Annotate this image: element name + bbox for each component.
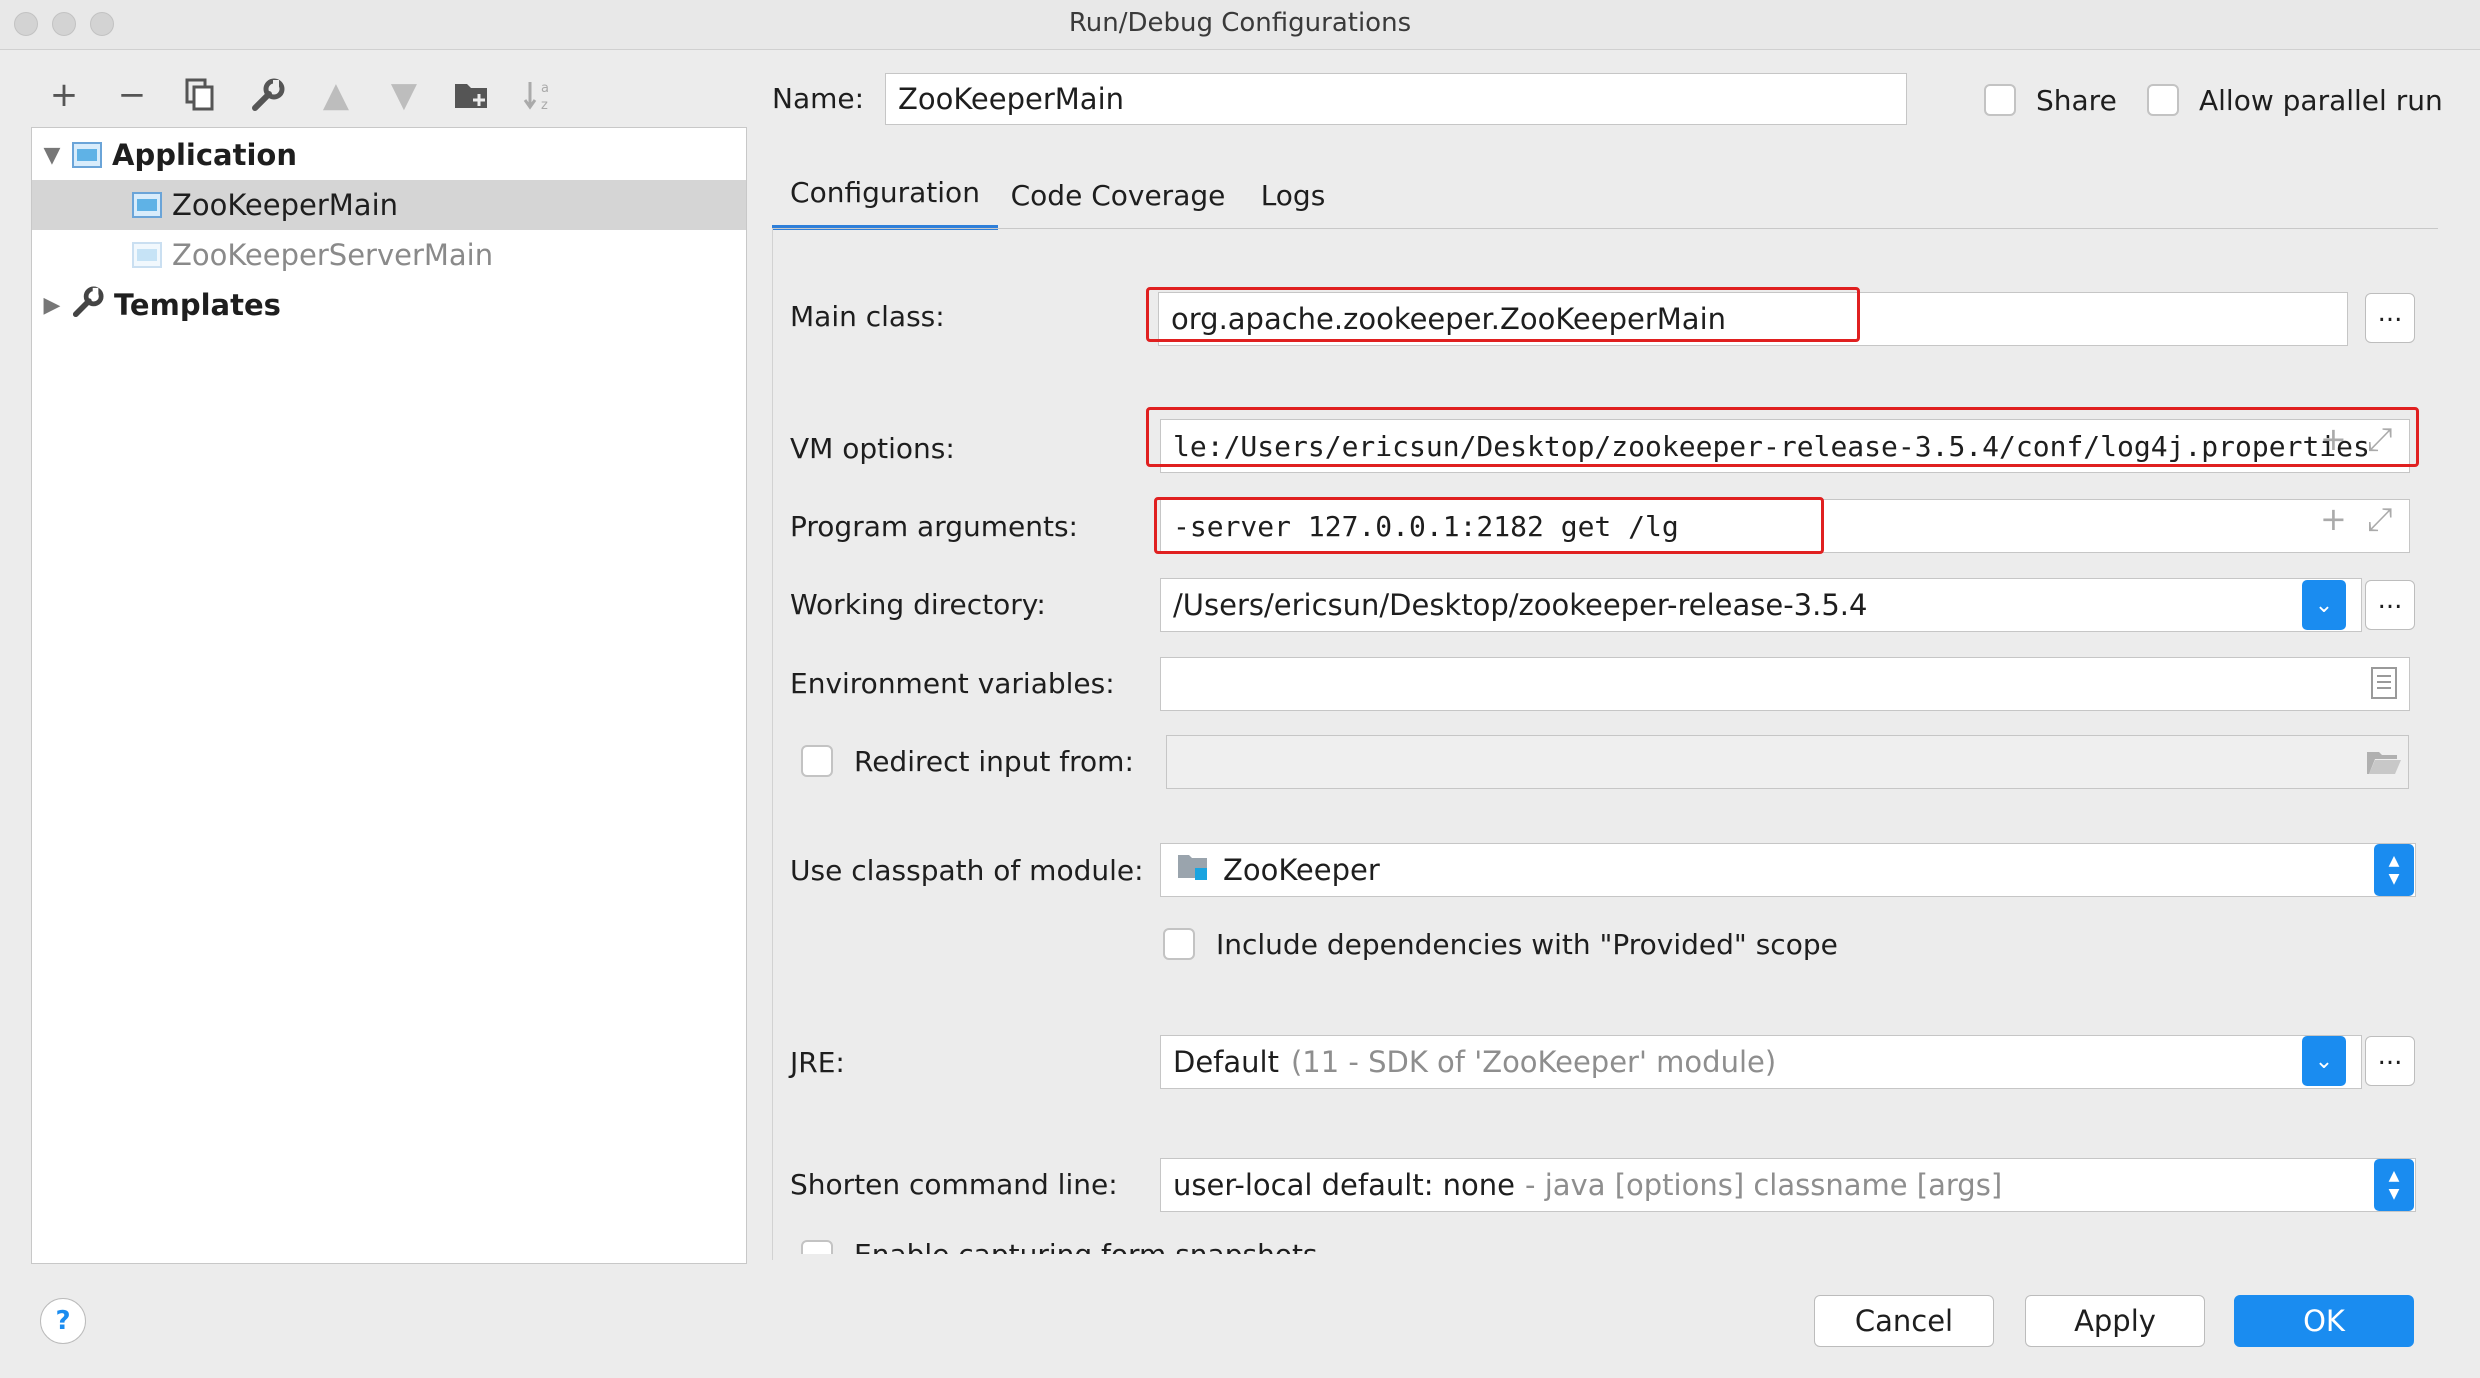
arrow-up-icon[interactable]: ▲ [314,70,358,120]
name-label: Name: [772,82,865,115]
help-button[interactable]: ? [40,1298,86,1344]
main-class-label: Main class: [790,300,945,333]
chevron-down-icon: ⌄ [2314,592,2334,618]
configuration-tree[interactable]: ▼ Application ZooKeeperMain ZooKeeperSer… [31,127,747,1264]
expand-icon[interactable]: ⤢ [2367,420,2393,459]
expand-icon[interactable]: ⤢ [2367,500,2393,539]
enable-snapshots-row: Enable capturing form snapshots [790,1236,2390,1254]
folder-add-icon[interactable] [450,70,494,120]
jre-value: Default [1173,1045,1279,1079]
classpath-module-label: Use classpath of module: [790,854,1144,887]
tree-node-application[interactable]: ▼ Application [32,130,746,180]
run-config-icon [132,242,162,268]
tree-node-label: Templates [114,288,281,322]
jre-hint: (11 - SDK of 'ZooKeeper' module) [1290,1045,1777,1079]
tree-item-label: ZooKeeperMain [172,188,399,222]
shorten-command-line-select[interactable]: user-local default: none - java [options… [1160,1158,2416,1212]
collapse-arrow-icon[interactable]: ▶ [32,293,72,318]
redirect-input-label: Redirect input from: [854,745,1134,778]
vm-options-label: VM options: [790,432,955,465]
insert-macro-icon[interactable]: + [2320,500,2347,538]
main-class-browse-button[interactable]: ... [2365,293,2415,343]
shorten-command-line-hint: - java [options] classname [args] [1525,1168,2003,1202]
share-checkbox[interactable] [1984,84,2016,116]
chevron-up-icon: ▲ [2388,1168,2400,1184]
include-provided-label: Include dependencies with "Provided" sco… [1216,928,1838,961]
chevron-down-icon: ▼ [2388,1186,2400,1202]
svg-text:z: z [541,98,548,112]
working-directory-dropdown-button[interactable]: ⌄ [2302,580,2346,630]
redirect-input-checkbox[interactable] [801,745,833,777]
working-directory-input[interactable]: /Users/ericsun/Desktop/zookeeper-release… [1160,578,2362,632]
chevron-down-icon: ⌄ [2314,1048,2334,1074]
module-folder-icon [1177,852,1211,889]
folder-open-icon[interactable] [2365,748,2403,780]
enable-snapshots-checkbox[interactable] [801,1240,833,1254]
environment-variables-label: Environment variables: [790,667,1115,700]
chevron-up-icon: ▲ [2388,853,2400,869]
enable-snapshots-label: Enable capturing form snapshots [854,1238,1318,1254]
cancel-button[interactable]: Cancel [1814,1295,1994,1347]
shorten-command-line-stepper[interactable]: ▲ ▼ [2374,1159,2414,1211]
tab-code-coverage[interactable]: Code Coverage [1010,160,1226,230]
minus-icon[interactable]: − [110,70,154,120]
jre-select[interactable]: Default (11 - SDK of 'ZooKeeper' module) [1160,1035,2362,1089]
jre-browse-button[interactable]: ... [2365,1036,2415,1086]
environment-variables-input[interactable] [1160,657,2410,711]
name-input[interactable]: ZooKeeperMain [885,73,1907,125]
tree-item-zookeepermain[interactable]: ZooKeeperMain [32,180,746,230]
shorten-command-line-label: Shorten command line: [790,1168,1118,1201]
expand-arrow-icon[interactable]: ▼ [32,143,72,168]
wrench-icon[interactable] [246,70,290,120]
redirect-input-field[interactable] [1166,735,2409,789]
program-arguments-label: Program arguments: [790,510,1078,543]
allow-parallel-run-label: Allow parallel run [2199,84,2443,117]
ok-button[interactable]: OK [2234,1295,2414,1347]
tab-logs[interactable]: Logs [1248,160,1338,230]
working-directory-label: Working directory: [790,588,1046,621]
working-directory-browse-button[interactable]: ... [2365,580,2415,630]
plus-icon[interactable]: + [42,70,86,120]
insert-macro-icon[interactable]: + [2320,420,2347,458]
shorten-command-line-value: user-local default: none [1173,1168,1516,1202]
allow-parallel-run-checkbox[interactable] [2147,84,2179,116]
sort-icon[interactable]: az [518,70,562,120]
classpath-module-select[interactable]: ZooKeeper [1160,843,2416,897]
jre-label: JRE: [790,1046,845,1079]
jre-dropdown-button[interactable]: ⌄ [2302,1036,2346,1086]
run-config-icon [132,192,162,218]
tree-node-templates[interactable]: ▶ Templates [32,280,746,330]
main-class-input[interactable]: org.apache.zookeeper.ZooKeeperMain [1158,292,2348,346]
chevron-down-icon: ▼ [2388,871,2400,887]
svg-text:a: a [541,81,549,96]
tree-node-label: Application [112,138,297,172]
document-icon[interactable] [2370,666,2398,704]
tree-item-zookeeperservermain[interactable]: ZooKeeperServerMain [32,230,746,280]
wrench-icon [72,285,104,325]
apply-button[interactable]: Apply [2025,1295,2205,1347]
program-arguments-input[interactable]: -server 127.0.0.1:2182 get /lg [1160,499,2410,553]
share-label: Share [2036,84,2117,117]
application-icon [72,142,102,168]
window-title: Run/Debug Configurations [1068,8,1412,38]
copy-icon[interactable] [178,70,222,120]
include-provided-checkbox[interactable] [1163,928,1195,960]
vm-options-input[interactable]: le:/Users/ericsun/Desktop/zookeeper-rele… [1160,419,2410,473]
arrow-down-icon[interactable]: ▼ [382,70,426,120]
tab-configuration[interactable]: Configuration [772,160,998,230]
tree-item-label: ZooKeeperServerMain [172,238,494,272]
classpath-module-stepper[interactable]: ▲ ▼ [2374,844,2414,896]
classpath-module-value: ZooKeeper [1223,853,1380,887]
